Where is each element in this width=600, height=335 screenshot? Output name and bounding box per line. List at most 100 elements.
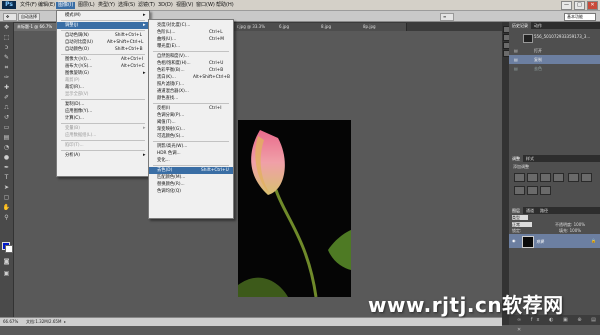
close-button[interactable]: ✕ [587, 1, 598, 10]
menu-item-apply-image[interactable]: 应用图像(Y)... [57, 108, 149, 115]
dodge-tool-icon[interactable]: ● [2, 154, 11, 162]
tab-actions[interactable]: 动作 [531, 22, 545, 29]
blur-tool-icon[interactable]: ◔ [2, 144, 11, 152]
menu-item-curves[interactable]: 曲线(U)... Ctrl+M [149, 36, 233, 43]
menu-item-channel-mixer[interactable]: 通道混合器(X)... [149, 88, 233, 95]
workspace-select[interactable]: 基本功能 [564, 13, 596, 21]
history-brush-tool-icon[interactable]: ↺ [2, 114, 11, 122]
menu-item-brightness-contrast[interactable]: 亮度/对比度(C)... [149, 22, 233, 29]
history-snapshot[interactable]: 556_501072933359173_3... [509, 32, 600, 44]
menu-item-invert[interactable]: 反相(I) Ctrl+I [149, 105, 233, 112]
eyedropper-tool-icon[interactable]: ✑ [2, 74, 11, 82]
menu-item-exposure[interactable]: 曝光度(E)... [149, 43, 233, 50]
menu-item-image-rotation[interactable]: 图像旋转(G) ▸ [57, 70, 149, 77]
menu-item-apply-data-set[interactable]: 应用数据组(L)... [57, 132, 149, 139]
doc-tab[interactable]: r.jpg @ 33.3% [234, 23, 281, 31]
menu-item-photo-filter[interactable]: 照片滤镜(F)... [149, 81, 233, 88]
menu-item-crop[interactable]: 裁剪(P) [57, 77, 149, 84]
layer-name[interactable]: 背景 [536, 239, 544, 245]
shape-tool-icon[interactable]: ▢ [2, 194, 11, 202]
gradient-tool-icon[interactable]: ▤ [2, 134, 11, 142]
path-select-tool-icon[interactable]: ➤ [2, 184, 11, 192]
menu-item-reveal-all[interactable]: 显示全部(V) [57, 91, 149, 98]
menu-item-black-white[interactable]: 黑白(K)... Alt+Shift+Ctrl+B [149, 74, 233, 81]
quick-mask-icon[interactable]: ◙ [2, 258, 11, 266]
brush-tool-icon[interactable]: ✐ [2, 94, 11, 102]
history-step[interactable]: ▤ 复制 [509, 55, 600, 64]
menu-item-duplicate[interactable]: 复制(D)... [57, 101, 149, 108]
menu-item-match-color[interactable]: 匹配颜色(M)... [149, 174, 233, 181]
menu-item-desaturate[interactable]: 去色(D) Shift+Ctrl+U [149, 167, 233, 174]
lasso-tool-icon[interactable]: ↄ [2, 44, 11, 52]
menu-item-auto-tone[interactable]: 自动色调(N) Shift+Ctrl+L [57, 32, 149, 39]
tab-history[interactable]: 历史记录 [509, 22, 531, 29]
menu-item-gradient-map[interactable]: 渐变映射(G)... [149, 126, 233, 133]
maximize-button[interactable]: □ [574, 1, 585, 10]
menu-item-image-size[interactable]: 图像大小(I)... Alt+Ctrl+I [57, 56, 149, 63]
menu-item-mode[interactable]: 模式(M) ▸ [57, 12, 149, 19]
menu-select[interactable]: 选择(S) [116, 2, 137, 9]
menu-item-variables[interactable]: 变量(B) ▸ [57, 125, 149, 132]
hand-tool-icon[interactable]: ✋ [2, 204, 11, 212]
levels-icon[interactable] [527, 173, 538, 182]
menu-image[interactable]: 图像(I) [56, 2, 76, 9]
tab-styles[interactable]: 样式 [523, 155, 537, 162]
move-tool-icon[interactable]: ✥ [3, 13, 17, 21]
quick-select-tool-icon[interactable]: ✎ [2, 54, 11, 62]
menu-item-selective-color[interactable]: 可选颜色(S)... [149, 133, 233, 140]
doc-tab[interactable]: 8.jpg [318, 23, 365, 31]
menu-item-threshold[interactable]: 阈值(T)... [149, 119, 233, 126]
menu-item-auto-color[interactable]: 自动颜色(O) Shift+Ctrl+B [57, 46, 149, 53]
menu-item-shadows-highlights[interactable]: 阴影/高光(W)... [149, 143, 233, 150]
menu-type[interactable]: 类型(Y) [96, 2, 117, 9]
background-color-swatch[interactable] [5, 245, 13, 253]
tab-adjustments[interactable]: 调整 [509, 155, 523, 162]
type-tool-icon[interactable]: T [2, 174, 11, 182]
menu-item-variations[interactable]: 变化... [149, 157, 233, 164]
history-step[interactable]: ▤ 去色 [509, 64, 600, 73]
layer-kind-filter[interactable]: 类型 [512, 215, 528, 220]
menu-item-adjustments[interactable]: 调整(J) ▸ [57, 22, 149, 29]
menu-item-equalize[interactable]: 色调均化(Q) [149, 188, 233, 195]
menu-item-posterize[interactable]: 色调分离(P)... [149, 112, 233, 119]
doc-tab[interactable]: 8p.jpg [360, 23, 407, 31]
menu-item-replace-color[interactable]: 替换颜色(R)... [149, 181, 233, 188]
auto-select-checkbox[interactable]: 自动选择 [18, 13, 40, 21]
menu-item-hue-saturation[interactable]: 色相/饱和度(H)... Ctrl+U [149, 60, 233, 67]
brightness-icon[interactable] [514, 173, 525, 182]
vibrance-icon[interactable] [567, 173, 579, 182]
menu-3d[interactable]: 3D(D) [156, 2, 175, 9]
marquee-tool-icon[interactable]: ⬚ [2, 34, 11, 42]
blend-mode-select[interactable]: 正常 [512, 222, 532, 227]
pen-tool-icon[interactable]: ✒ [2, 164, 11, 172]
layer-row[interactable]: ◉ 背景 🔒 [509, 234, 600, 248]
menu-item-canvas-size[interactable]: 画布大小(S)... Alt+Ctrl+C [57, 63, 149, 70]
screen-mode-icon[interactable]: ▣ [2, 270, 11, 278]
menu-item-trim[interactable]: 裁切(R)... [57, 84, 149, 91]
minimize-button[interactable]: — [561, 1, 572, 10]
menu-item-auto-contrast[interactable]: 自动对比度(U) Alt+Shift+Ctrl+L [57, 39, 149, 46]
menu-item-trap[interactable]: 陷印(T)... [57, 142, 149, 149]
black-white-icon[interactable] [527, 186, 538, 195]
color-balance-icon[interactable] [514, 186, 525, 195]
eraser-tool-icon[interactable]: ▭ [2, 124, 11, 132]
zoom-tool-icon[interactable]: ⚲ [2, 214, 11, 222]
menu-filter[interactable]: 滤镜(T) [136, 2, 157, 9]
menu-item-levels[interactable]: 色阶(L)... Ctrl+L [149, 29, 233, 36]
visibility-eye-icon[interactable]: ◉ [512, 238, 516, 243]
menu-item-hdr-toning[interactable]: HDR 色调... [149, 150, 233, 157]
align-icon[interactable]: ≡ [440, 13, 454, 21]
menu-item-calculations[interactable]: 计算(C)... [57, 115, 149, 122]
doc-tab[interactable]: 6.jpg [276, 23, 323, 31]
hue-saturation-icon[interactable] [580, 173, 592, 182]
menu-item-color-lookup[interactable]: 颜色查找... [149, 95, 233, 102]
menu-view[interactable]: 视图(V) [174, 2, 195, 9]
tab-paths[interactable]: 路径 [537, 207, 551, 214]
exposure-icon[interactable] [553, 173, 564, 182]
history-step[interactable]: ▤ 打开 [509, 46, 600, 55]
tab-channels[interactable]: 通道 [523, 207, 537, 214]
menu-help[interactable]: 帮助(H) [214, 2, 236, 9]
menu-item-color-balance[interactable]: 色彩平衡(B)... Ctrl+B [149, 67, 233, 74]
healing-tool-icon[interactable]: ✚ [2, 84, 11, 92]
crop-tool-icon[interactable]: ⌗ [2, 64, 11, 72]
